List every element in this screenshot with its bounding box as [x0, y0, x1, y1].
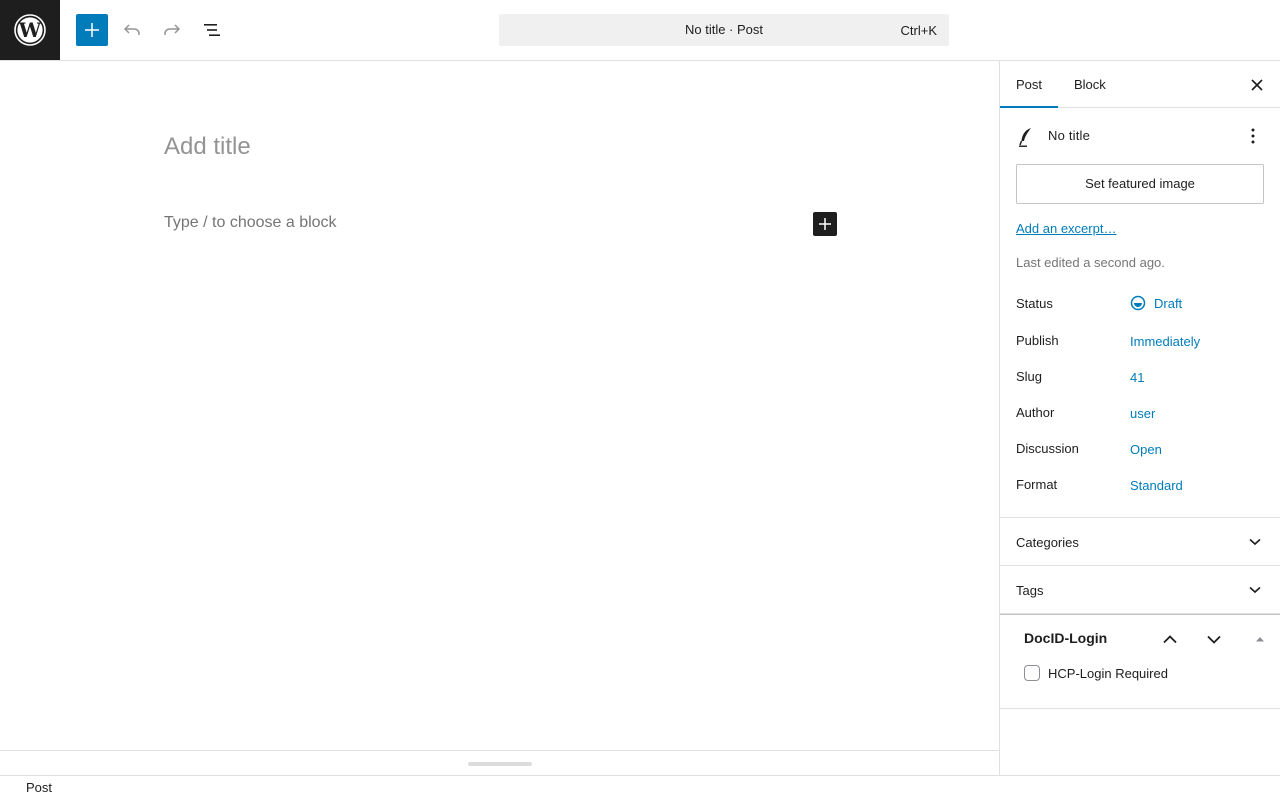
more-vertical-icon [1251, 128, 1255, 144]
row-label: Status [1016, 296, 1053, 311]
row-value: Draft [1154, 295, 1183, 311]
document-overview-button[interactable] [196, 14, 228, 46]
last-edited-text: Last edited a second ago. [1016, 255, 1165, 270]
tab-post[interactable]: Post [1000, 61, 1058, 108]
settings-sidebar: Post Block No title Set featured image A… [999, 61, 1280, 775]
categories-panel[interactable]: Categories [1000, 518, 1280, 566]
editor-header: W No title · Post Ctrl+K [0, 0, 1280, 61]
move-down-button[interactable] [1200, 625, 1228, 653]
caret-up-icon [1256, 637, 1264, 642]
author-toggle[interactable]: user [1130, 406, 1155, 421]
slug-row: Slug 41 [1016, 368, 1265, 388]
undo-button[interactable] [116, 14, 148, 46]
document-title: No title · Post [684, 22, 764, 37]
toggle-panel-button[interactable] [1246, 625, 1274, 653]
status-row: Status Draft [1016, 295, 1265, 315]
block-breadcrumb-footer: Post [0, 775, 1280, 800]
format-toggle[interactable]: Standard [1130, 478, 1183, 493]
status-toggle[interactable]: Draft [1130, 295, 1182, 311]
row-label: Format [1016, 477, 1058, 492]
hcp-login-checkbox[interactable] [1024, 665, 1040, 681]
meta-boxes-resize-area [0, 750, 999, 776]
row-label: Publish [1016, 333, 1059, 348]
breadcrumb[interactable]: Post [26, 780, 52, 795]
list-view-icon [204, 24, 220, 36]
draft-status-icon [1130, 295, 1146, 311]
redo-button[interactable] [156, 14, 188, 46]
publish-toggle[interactable]: Immediately [1130, 334, 1200, 349]
inline-block-inserter-button[interactable] [813, 212, 837, 236]
chevron-down-icon [1249, 538, 1261, 546]
post-title-input[interactable]: Add title [164, 133, 251, 161]
block-inserter-button[interactable] [76, 14, 108, 46]
sidebar-tabs: Post Block [1000, 61, 1280, 108]
set-featured-image-button[interactable]: Set featured image [1016, 164, 1264, 204]
metabox-title: DocID-Login [1024, 630, 1108, 646]
slug-toggle[interactable]: 41 [1130, 370, 1144, 385]
discussion-toggle[interactable]: Open [1130, 442, 1162, 457]
default-block-appender[interactable]: Type / to choose a block [164, 214, 337, 232]
tab-block[interactable]: Block [1058, 61, 1122, 108]
chevron-down-icon [1207, 635, 1221, 644]
wordpress-logo-icon: W [14, 14, 46, 46]
panel-toggle[interactable] [1245, 580, 1265, 600]
redo-icon [164, 24, 181, 35]
move-up-button[interactable] [1156, 625, 1184, 653]
resize-handle[interactable] [468, 762, 532, 766]
format-row: Format Standard [1016, 476, 1265, 496]
add-excerpt-link[interactable]: Add an excerpt… [1016, 221, 1116, 236]
chevron-down-icon [1249, 586, 1261, 594]
panel-toggle[interactable] [1245, 532, 1265, 552]
post-card-title: No title [1048, 128, 1091, 143]
author-row: Author user [1016, 404, 1265, 424]
discussion-row: Discussion Open [1016, 440, 1265, 460]
wordpress-logo-button[interactable]: W [0, 0, 60, 60]
plus-icon [819, 218, 831, 230]
editor-canvas: Add title Type / to choose a block [0, 61, 999, 750]
row-label: Discussion [1016, 441, 1079, 456]
svg-text:W: W [18, 18, 42, 42]
chevron-up-icon [1163, 634, 1177, 643]
keyboard-shortcut: Ctrl+K [900, 23, 937, 38]
plus-icon [85, 23, 99, 37]
hcp-login-option[interactable]: HCP-Login Required [1024, 665, 1168, 681]
row-label: Slug [1016, 369, 1043, 384]
post-summary-panel: No title Set featured image Add an excer… [1000, 108, 1280, 518]
checkbox-label: HCP-Login Required [1048, 665, 1168, 681]
close-icon [1251, 79, 1263, 91]
panel-title: Categories [1016, 535, 1079, 550]
feather-icon [1019, 128, 1031, 147]
undo-icon [123, 24, 140, 35]
close-sidebar-button[interactable] [1245, 73, 1269, 97]
publish-row: Publish Immediately [1016, 332, 1265, 352]
post-card: No title [1016, 124, 1265, 148]
panel-title: Tags [1016, 583, 1044, 598]
row-label: Author [1016, 405, 1055, 420]
command-palette-bar[interactable]: No title · Post Ctrl+K [499, 14, 949, 46]
docid-login-metabox: DocID-Login HCP-Login Required [1000, 614, 1280, 709]
post-actions-button[interactable] [1241, 124, 1265, 148]
tags-panel[interactable]: Tags [1000, 566, 1280, 614]
